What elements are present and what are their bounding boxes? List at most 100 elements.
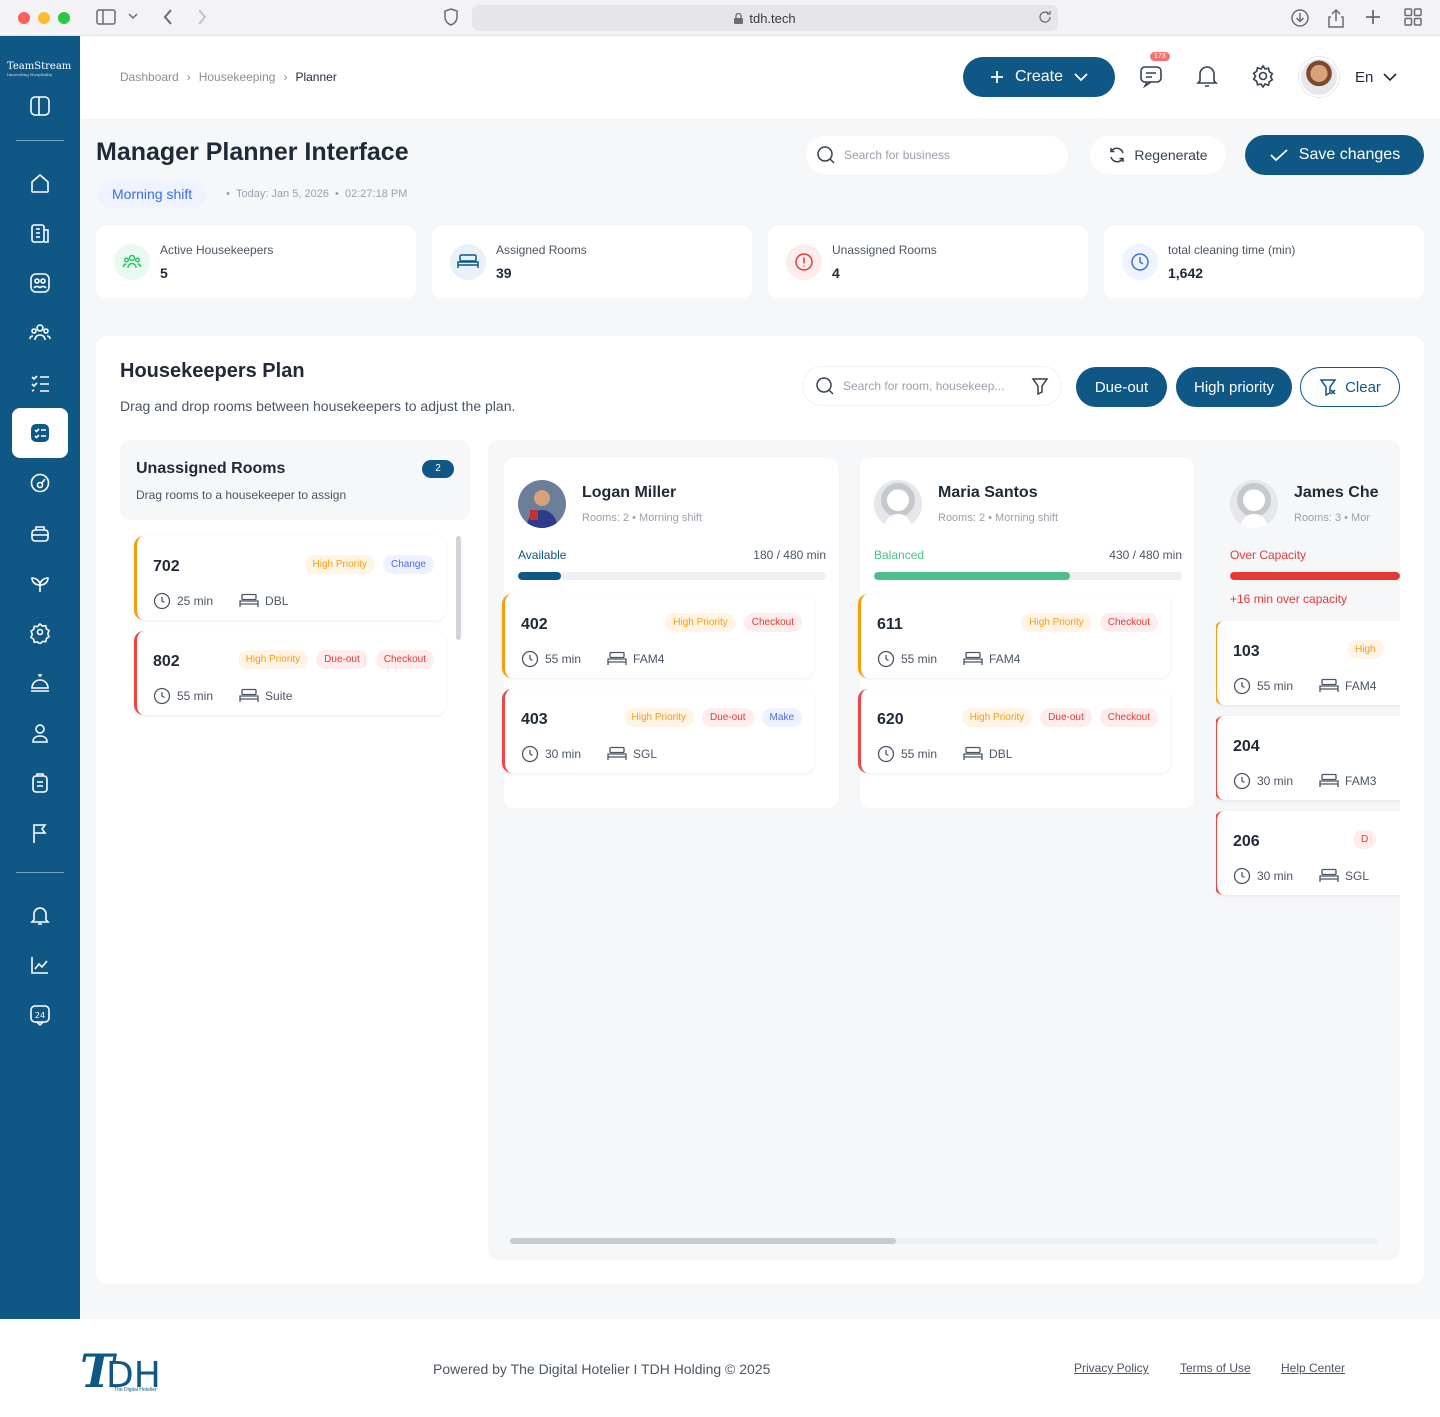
clipboard-icon[interactable]	[26, 769, 54, 797]
shield-icon[interactable]	[444, 8, 458, 26]
regenerate-button[interactable]: Regenerate	[1090, 136, 1226, 174]
board-scrollbar-thumb[interactable]	[510, 1238, 896, 1244]
room-card-802[interactable]: 802 High Priority Due-out Checkout 55 mi…	[134, 631, 446, 715]
room-card-103[interactable]: 103 High 55 min FAM4	[1216, 621, 1400, 705]
room-card-702[interactable]: 702 High Priority Change 25 min DBL	[134, 536, 446, 620]
brand-logo[interactable]: TeamStream Innovating Hospitality	[7, 61, 75, 78]
filter-funnel-icon[interactable]	[1031, 377, 1049, 395]
room-card-620[interactable]: 620 High Priority Due-out Checkout 55 mi…	[858, 689, 1170, 773]
building-icon[interactable]	[26, 219, 54, 247]
regenerate-label: Regenerate	[1134, 147, 1208, 163]
room-search-input[interactable]: Search for room, housekeep...	[802, 366, 1062, 406]
maximize-window-button[interactable]	[58, 12, 70, 24]
new-tab-icon[interactable]	[1364, 8, 1382, 26]
room-card-611[interactable]: 611 High Priority Checkout 55 min FAM4	[858, 594, 1170, 678]
tag-high-priority: High Priority	[237, 650, 309, 669]
room-time: 55 min	[1257, 679, 1294, 693]
address-bar[interactable]: tdh.tech	[472, 5, 1058, 31]
unassigned-rooms-column: Unassigned Rooms 2 Drag rooms to a house…	[120, 440, 470, 1248]
terms-of-use-link[interactable]: Terms of Use	[1180, 1361, 1251, 1375]
tag-high-priority: High Priority	[961, 708, 1033, 727]
business-search-input[interactable]: Search for business	[806, 136, 1068, 174]
default-avatar-icon	[1230, 480, 1278, 528]
room-number: 620	[877, 711, 904, 728]
sidebar: TeamStream Innovating Hospitality 24	[0, 36, 80, 1319]
share-icon[interactable]	[1328, 8, 1344, 28]
planner-icon[interactable]	[26, 419, 54, 447]
topbar: Dashboard › Housekeeping › Planner Creat…	[80, 36, 1440, 118]
logo-subtitle: The Digital Hotelier	[114, 1387, 157, 1393]
user-avatar[interactable]	[1299, 57, 1339, 97]
room-time: 55 min	[901, 747, 938, 761]
support-24-icon[interactable]: 24	[26, 1001, 54, 1029]
stat-label: total cleaning time (min)	[1168, 243, 1296, 257]
tag-due-out: Due-out	[316, 650, 368, 669]
analytics-icon[interactable]	[26, 951, 54, 979]
housekeeper-status: Over Capacity	[1230, 548, 1307, 562]
checklist-icon[interactable]	[26, 369, 54, 397]
footer: T DH The Digital Hotelier Powered by The…	[0, 1319, 1440, 1417]
collapse-sidebar-icon[interactable]	[26, 92, 54, 120]
create-button[interactable]: Create	[963, 57, 1115, 97]
plant-icon[interactable]	[26, 569, 54, 597]
minimize-window-button[interactable]	[38, 12, 50, 24]
forward-icon[interactable]	[196, 8, 208, 26]
settings-gear-icon[interactable]	[1251, 64, 1275, 88]
chevron-down-icon[interactable]	[128, 12, 138, 20]
notification-bell-icon[interactable]	[1196, 64, 1218, 88]
dashboard-gauge-icon[interactable]	[26, 469, 54, 497]
breadcrumb-housekeeping[interactable]: Housekeeping	[199, 70, 276, 84]
plan-subtitle: Drag and drop rooms between housekeepers…	[120, 398, 516, 414]
clock-icon	[1122, 244, 1158, 280]
room-card-403[interactable]: 403 High Priority Due-out Make 30 min SG…	[502, 689, 814, 773]
language-selector[interactable]: En	[1355, 69, 1397, 86]
room-search-placeholder: Search for room, housekeep...	[843, 379, 1005, 393]
room-type: FAM4	[1345, 679, 1377, 693]
download-icon[interactable]	[1290, 8, 1310, 28]
badge-user-icon[interactable]	[26, 619, 54, 647]
tab-overview-icon[interactable]	[1404, 8, 1422, 26]
housekeeper-name: James Che	[1294, 484, 1379, 501]
housekeepers-plan-panel: Housekeepers Plan Drag and drop rooms be…	[96, 336, 1424, 1284]
maintenance-icon[interactable]	[26, 519, 54, 547]
room-type: SGL	[633, 747, 658, 761]
brand-name: TeamStream	[7, 61, 72, 72]
back-icon[interactable]	[162, 8, 174, 26]
search-icon	[815, 376, 835, 396]
save-changes-button[interactable]: Save changes	[1245, 135, 1424, 175]
svg-text:24: 24	[35, 1011, 45, 1020]
privacy-policy-link[interactable]: Privacy Policy	[1074, 1361, 1149, 1375]
filter-due-out-button[interactable]: Due-out	[1076, 367, 1167, 407]
search-icon	[816, 145, 836, 165]
room-card-206[interactable]: 206 D 30 min SGL	[1216, 811, 1400, 895]
help-center-link[interactable]: Help Center	[1281, 1361, 1345, 1375]
users-group-icon[interactable]	[26, 319, 54, 347]
room-card-204[interactable]: 204 30 min FAM3	[1216, 716, 1400, 800]
room-time: 55 min	[901, 652, 938, 666]
flag-icon[interactable]	[26, 819, 54, 847]
clear-filters-button[interactable]: Clear	[1300, 367, 1400, 407]
team-icon[interactable]	[26, 269, 54, 297]
clock-icon	[1233, 772, 1251, 790]
tag-high-priority: High Priority	[304, 555, 375, 574]
tdh-logo: T DH The Digital Hotelier	[80, 1341, 170, 1397]
unassigned-scrollbar[interactable]	[456, 536, 461, 640]
sidebar-toggle-icon[interactable]	[96, 8, 116, 26]
url-text: tdh.tech	[749, 10, 796, 26]
reload-icon[interactable]	[1038, 10, 1052, 24]
capacity-bar	[1230, 572, 1400, 580]
filter-high-priority-button[interactable]: High priority	[1176, 367, 1292, 407]
alarm-bell-icon[interactable]	[26, 901, 54, 929]
chevron-right-icon: ›	[283, 70, 288, 84]
stat-value: 5	[160, 265, 168, 281]
room-time: 30 min	[1257, 774, 1294, 788]
current-time: 02:27:18 PM	[345, 188, 408, 200]
close-window-button[interactable]	[18, 12, 30, 24]
tag-make: Make	[761, 708, 802, 727]
concierge-bell-icon[interactable]	[26, 669, 54, 697]
breadcrumb-dashboard[interactable]: Dashboard	[120, 70, 179, 84]
room-card-402[interactable]: 402 High Priority Checkout 55 min FAM4	[502, 594, 814, 678]
user-icon[interactable]	[26, 719, 54, 747]
messages-icon[interactable]	[1139, 64, 1163, 88]
home-icon[interactable]	[26, 169, 54, 197]
